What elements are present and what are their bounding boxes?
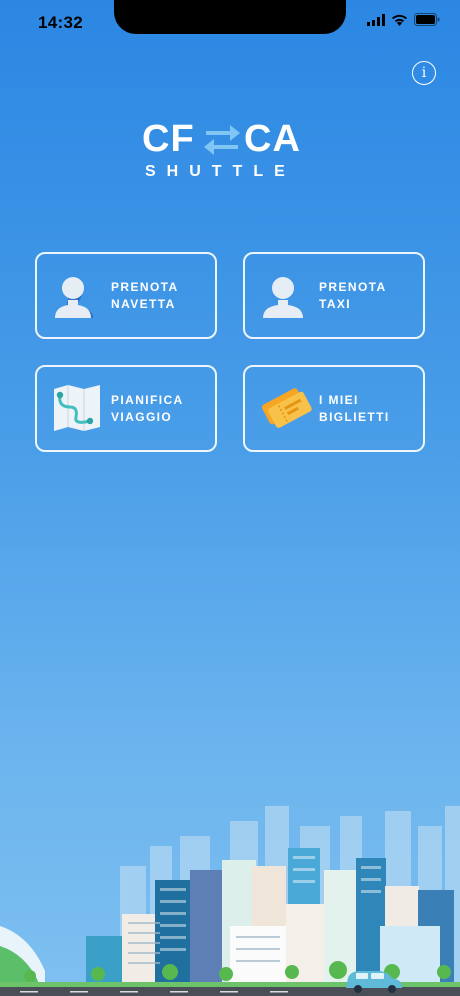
device-notch: [114, 0, 346, 34]
plan-trip-label: PIANIFICA VIAGGIO: [111, 392, 184, 424]
book-shuttle-button[interactable]: PRENOTA NAVETTA: [35, 252, 217, 339]
city-skyline-illustration: [0, 806, 460, 996]
logo-subtitle: SHUTTLE: [145, 163, 296, 180]
book-taxi-button[interactable]: PRENOTA TAXI: [243, 252, 425, 339]
app-logo: CF CA SHUTTLE: [142, 118, 322, 183]
logo-title-right: CA: [244, 118, 301, 160]
battery-icon: [414, 13, 440, 26]
tickets-icon: [253, 367, 317, 450]
status-icons: [367, 13, 440, 26]
logo-title-left: CF: [142, 118, 195, 160]
wifi-icon: [392, 14, 407, 26]
book-taxi-label: PRENOTA TAXI: [319, 279, 387, 311]
info-icon: i: [421, 65, 427, 81]
info-button[interactable]: i: [412, 61, 436, 85]
swap-arrows-icon: [204, 125, 240, 155]
my-tickets-label: I MIEI BIGLIETTI: [319, 392, 390, 424]
cellular-signal-icon: [367, 13, 385, 26]
taxi-user-icon: [253, 254, 317, 337]
plan-trip-button[interactable]: PIANIFICA VIAGGIO: [35, 365, 217, 452]
my-tickets-button[interactable]: I MIEI BIGLIETTI: [243, 365, 425, 452]
map-icon: [45, 367, 109, 450]
status-time: 14:32: [38, 13, 83, 32]
book-shuttle-label: PRENOTA NAVETTA: [111, 279, 179, 311]
shuttle-user-icon: [45, 254, 109, 337]
logo-title: CF CA: [142, 118, 300, 161]
